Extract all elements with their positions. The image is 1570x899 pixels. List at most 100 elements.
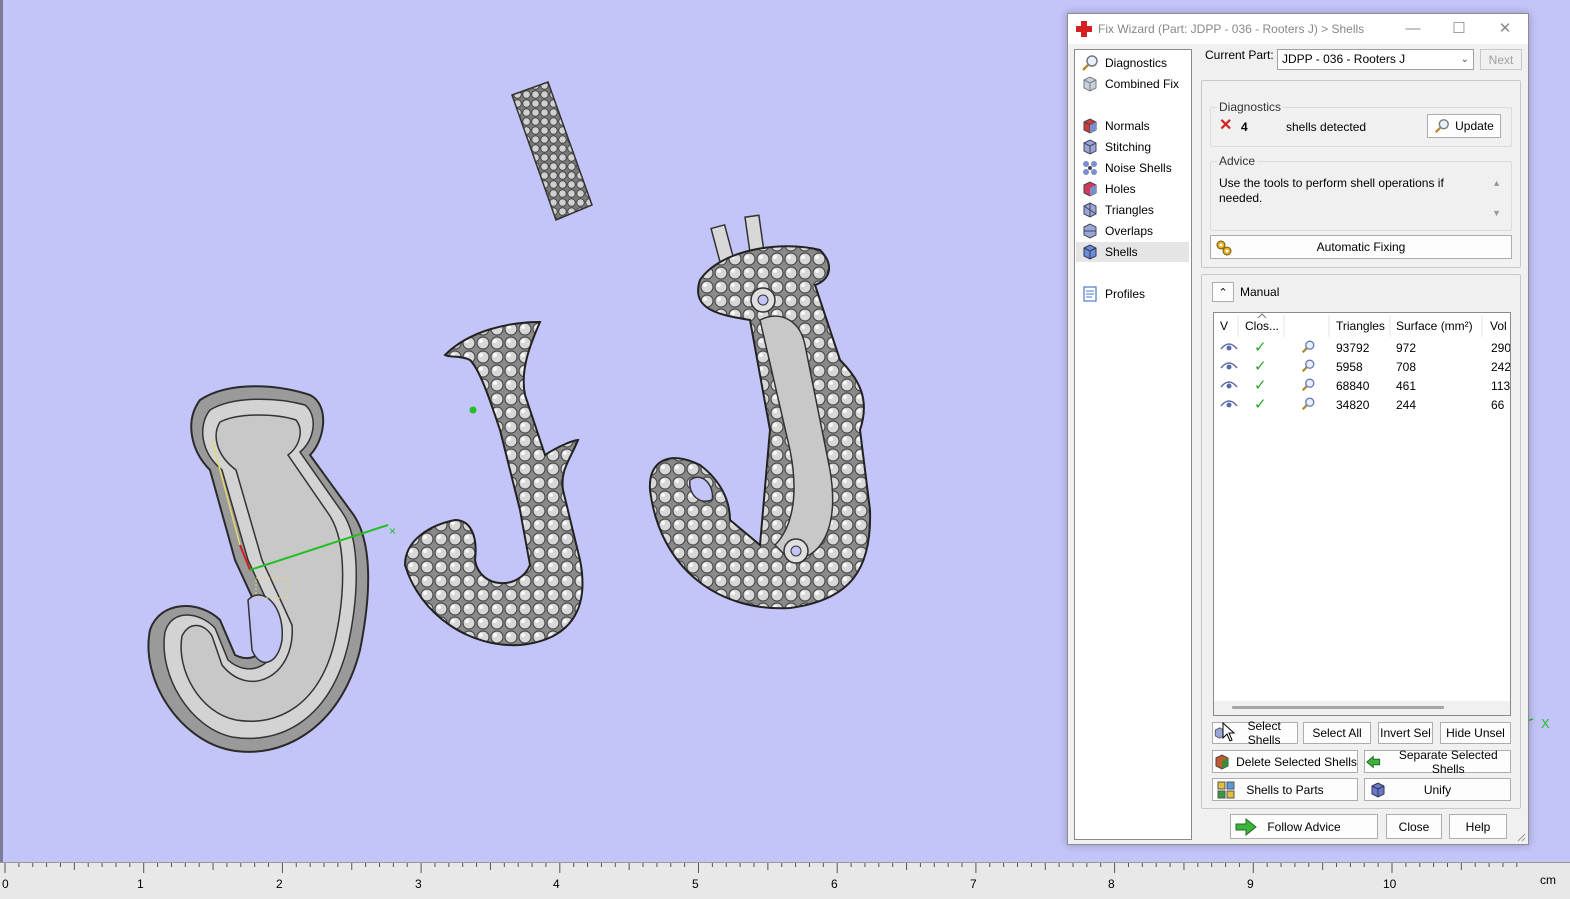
ruler-label-3: 3 xyxy=(415,877,422,891)
manual-panel: ⌃ Manual V Clos... Triangles Surface (mm… xyxy=(1201,274,1521,809)
cube-icon xyxy=(1083,76,1097,92)
collapse-manual-button[interactable]: ⌃ xyxy=(1212,282,1234,302)
ruler-label-1: 1 xyxy=(137,877,144,891)
visibility-eye-icon[interactable] xyxy=(1220,398,1238,410)
horizontal-scrollbar-track[interactable] xyxy=(1214,701,1510,715)
title-bar[interactable]: Fix Wizard (Part: JDPP - 036 - Rooters J… xyxy=(1068,14,1528,44)
ruler: 0 1 2 3 4 5 6 7 8 9 10 cm xyxy=(0,862,1570,899)
fix-wizard-dialog: Fix Wizard (Part: JDPP - 036 - Rooters J… xyxy=(1067,13,1529,845)
stitching-cube-icon xyxy=(1083,139,1097,155)
nav-label: Noise Shells xyxy=(1105,161,1172,175)
ruler-label-6: 6 xyxy=(831,877,838,891)
shells-detected-text: shells detected xyxy=(1286,120,1367,134)
fix-nav-list: Diagnostics Combined Fix Normals Stitchi… xyxy=(1074,49,1192,840)
zoom-to-shell-icon[interactable] xyxy=(1299,339,1317,355)
cell-volume: 242 xyxy=(1491,360,1511,374)
nav-label: Diagnostics xyxy=(1105,56,1168,70)
zoom-to-shell-icon[interactable] xyxy=(1299,377,1317,393)
ruler-label-5: 5 xyxy=(692,877,699,891)
nav-item-overlaps[interactable]: Overlaps xyxy=(1076,221,1189,241)
close-window-button[interactable]: ✕ xyxy=(1482,14,1528,44)
shells-table[interactable]: V Clos... Triangles Surface (mm²) Vol ✓ … xyxy=(1213,312,1511,716)
visibility-eye-icon[interactable] xyxy=(1220,341,1238,353)
advice-group: Advice Use the tools to perform shell op… xyxy=(1210,154,1512,231)
resize-grip-icon[interactable] xyxy=(1516,832,1526,842)
close-button[interactable]: Close xyxy=(1386,814,1442,839)
nav-item-profiles[interactable]: Profiles xyxy=(1076,284,1189,304)
zoom-to-shell-icon[interactable] xyxy=(1299,358,1317,374)
table-row[interactable]: ✓ 34820 244 66 xyxy=(1214,395,1510,414)
magnifier-icon xyxy=(1082,55,1098,71)
cell-triangles: 68840 xyxy=(1336,379,1370,393)
svg-text:×: × xyxy=(389,524,396,538)
cell-triangles: 93792 xyxy=(1336,341,1370,355)
advice-group-title: Advice xyxy=(1217,154,1258,168)
check-icon: ✓ xyxy=(1254,339,1267,356)
automatic-fixing-label: Automatic Fixing xyxy=(1316,240,1406,254)
diagnostics-group: Diagnostics ✕ 4 shells detected Update xyxy=(1210,100,1512,147)
mouse-cursor-icon xyxy=(1222,722,1236,742)
nav-label: Combined Fix xyxy=(1105,77,1180,91)
nav-item-normals[interactable]: Normals xyxy=(1076,116,1189,136)
current-part-value: JDPP - 036 - Rooters J xyxy=(1282,52,1406,66)
delete-selected-shells-button[interactable]: Delete Selected Shells xyxy=(1212,750,1358,773)
cell-surface: 244 xyxy=(1396,398,1417,412)
separate-selected-shells-button[interactable]: Separate Selected Shells xyxy=(1364,748,1511,776)
nav-label: Triangles xyxy=(1105,203,1154,217)
automatic-fixing-button[interactable]: Automatic Fixing xyxy=(1210,235,1512,259)
holes-cube-icon xyxy=(1083,181,1097,197)
ruler-label-2: 2 xyxy=(276,877,283,891)
diagnostics-panel: Diagnostics ✕ 4 shells detected Update A… xyxy=(1201,80,1521,268)
scroll-down-icon[interactable]: ▼ xyxy=(1492,208,1501,218)
chevron-down-icon: ⌄ xyxy=(1460,54,1469,65)
select-all-button[interactable]: Select All xyxy=(1303,722,1371,744)
help-button[interactable]: Help xyxy=(1449,814,1507,839)
cell-triangles: 34820 xyxy=(1336,398,1370,412)
nav-item-stitching[interactable]: Stitching xyxy=(1076,137,1189,157)
nav-item-triangles[interactable]: Triangles xyxy=(1076,200,1189,220)
cell-surface: 708 xyxy=(1396,360,1417,374)
table-row[interactable]: ✓ 68840 461 113 xyxy=(1214,376,1510,395)
visibility-eye-icon[interactable] xyxy=(1220,379,1238,391)
shells-to-parts-button[interactable]: Shells to Parts xyxy=(1212,778,1358,801)
follow-advice-button[interactable]: Follow Advice xyxy=(1230,814,1378,839)
axis-x-label: X xyxy=(1541,716,1550,731)
nav-label: Shells xyxy=(1105,245,1138,259)
unify-label: Unify xyxy=(1423,782,1452,797)
hide-unsel-button[interactable]: Hide Unsel xyxy=(1440,722,1511,744)
table-row[interactable]: ✓ 93792 972 290 xyxy=(1214,338,1510,357)
next-button[interactable]: Next xyxy=(1480,49,1522,70)
nav-item-combined-fix[interactable]: Combined Fix xyxy=(1076,74,1189,94)
shells-to-parts-label: Shells to Parts xyxy=(1246,782,1324,797)
nav-label: Overlaps xyxy=(1105,224,1154,238)
nav-item-holes[interactable]: Holes xyxy=(1076,179,1189,199)
horizontal-scrollbar-thumb[interactable] xyxy=(1232,706,1444,709)
maximize-button[interactable]: ☐ xyxy=(1436,14,1482,44)
zoom-to-shell-icon[interactable] xyxy=(1299,396,1317,412)
gears-icon xyxy=(1216,240,1232,256)
nav-item-shells[interactable]: Shells xyxy=(1076,242,1189,262)
update-button[interactable]: Update xyxy=(1427,114,1501,138)
viewport-left-border xyxy=(0,0,3,862)
scroll-up-icon[interactable]: ▲ xyxy=(1492,178,1501,188)
nav-item-noise-shells[interactable]: Noise Shells xyxy=(1076,158,1189,178)
unify-button[interactable]: Unify xyxy=(1364,778,1511,801)
select-shells-label: Select Shells xyxy=(1247,719,1281,747)
chevron-up-icon: ⌃ xyxy=(1218,286,1228,299)
table-row[interactable]: ✓ 5958 708 242 xyxy=(1214,357,1511,376)
triangles-cube-icon xyxy=(1083,202,1097,218)
bail-shell xyxy=(511,81,593,221)
nav-label: Holes xyxy=(1105,182,1136,196)
minimize-button[interactable]: — xyxy=(1390,14,1436,44)
invert-sel-button[interactable]: Invert Sel xyxy=(1378,722,1433,744)
delete-selected-shells-label: Delete Selected Shells xyxy=(1236,754,1357,769)
plain-j-shell: × xyxy=(147,385,396,753)
nav-label: Normals xyxy=(1105,119,1150,133)
ruler-label-0: 0 xyxy=(2,877,9,891)
current-part-select[interactable]: JDPP - 036 - Rooters J ⌄ xyxy=(1277,49,1474,70)
noise-shells-icon xyxy=(1083,161,1097,175)
nav-item-diagnostics[interactable]: Diagnostics xyxy=(1076,53,1189,73)
fix-wizard-icon xyxy=(1076,21,1092,37)
visibility-eye-icon[interactable] xyxy=(1220,360,1238,372)
window-title: Fix Wizard (Part: JDPP - 036 - Rooters J… xyxy=(1098,22,1365,36)
